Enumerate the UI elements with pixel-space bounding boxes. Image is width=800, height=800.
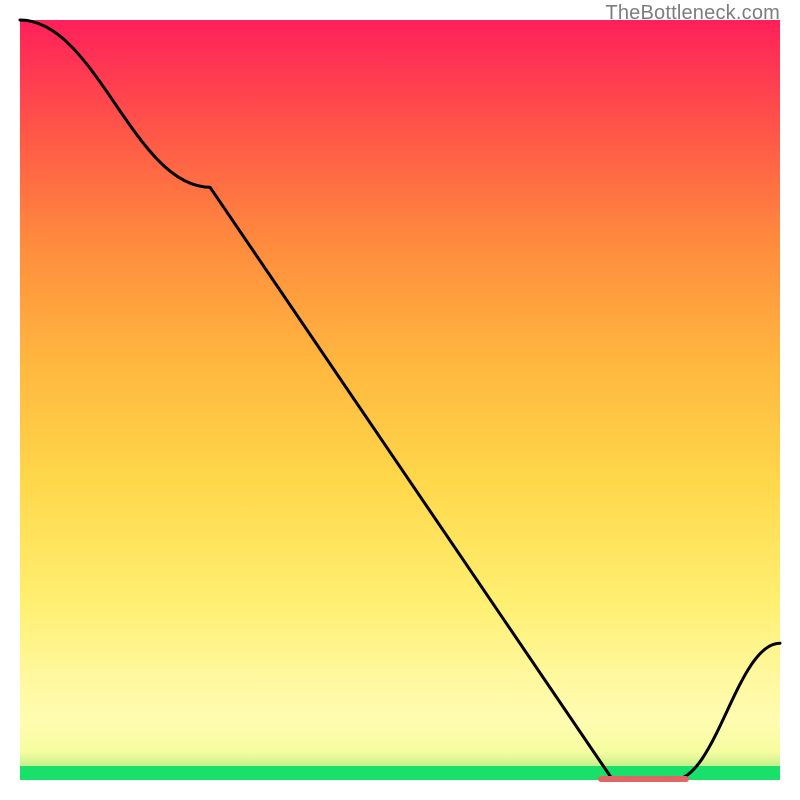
bottleneck-curve (20, 20, 780, 780)
chart-stage: TheBottleneck.com (0, 0, 800, 800)
valley-marker (598, 776, 689, 782)
watermark-text: TheBottleneck.com (605, 2, 780, 25)
